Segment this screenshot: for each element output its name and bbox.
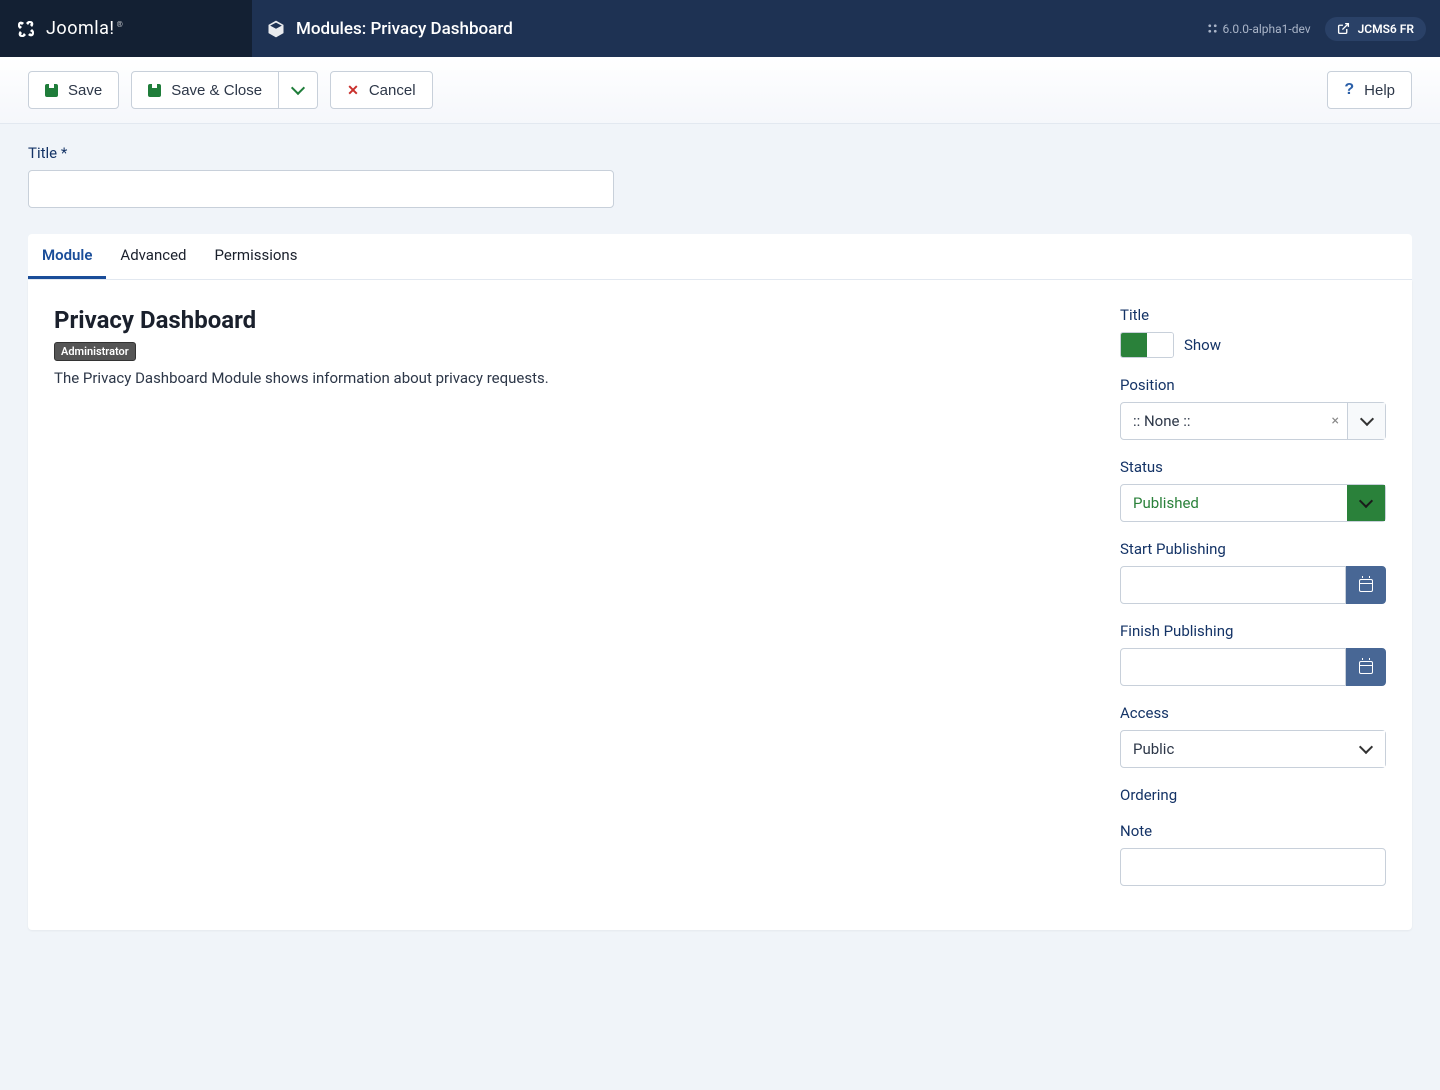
tab-advanced[interactable]: Advanced bbox=[106, 234, 200, 279]
save-close-dropdown[interactable] bbox=[279, 71, 318, 109]
access-label: Access bbox=[1120, 704, 1386, 722]
start-publishing-label: Start Publishing bbox=[1120, 540, 1386, 558]
note-label: Note bbox=[1120, 822, 1386, 840]
joomla-small-icon bbox=[1207, 23, 1218, 34]
header-right: 6.0.0-alpha1-dev JCMS6 FR bbox=[1207, 17, 1440, 41]
toolbar: Save Save & Close ✕ Cancel ? Help bbox=[0, 57, 1440, 124]
title-input[interactable] bbox=[28, 170, 614, 208]
module-description: The Privacy Dashboard Module shows infor… bbox=[54, 369, 1120, 387]
ordering-label: Ordering bbox=[1120, 786, 1386, 804]
chevron-down-icon bbox=[1347, 403, 1385, 439]
brand[interactable]: Joomla! ® bbox=[0, 0, 252, 57]
position-clear[interactable]: × bbox=[1324, 413, 1347, 429]
external-link-icon bbox=[1337, 22, 1350, 35]
position-label: Position bbox=[1120, 376, 1386, 394]
module-heading: Privacy Dashboard bbox=[54, 306, 1120, 334]
show-title-label: Title bbox=[1120, 306, 1386, 324]
position-select[interactable]: :: None :: × bbox=[1120, 402, 1386, 440]
content: Title * Module Advanced Permissions Priv… bbox=[0, 124, 1440, 950]
tab-permissions[interactable]: Permissions bbox=[201, 234, 312, 279]
cancel-button[interactable]: ✕ Cancel bbox=[330, 71, 432, 109]
show-title-toggle[interactable] bbox=[1120, 332, 1174, 358]
chevron-down-icon bbox=[291, 81, 305, 95]
save-icon bbox=[148, 84, 161, 97]
chevron-down-icon bbox=[1347, 485, 1385, 521]
note-input[interactable] bbox=[1120, 848, 1386, 886]
status-label: Status bbox=[1120, 458, 1386, 476]
start-calendar-button[interactable] bbox=[1346, 566, 1386, 604]
status-select[interactable]: Published bbox=[1120, 484, 1386, 522]
user-tag[interactable]: JCMS6 FR bbox=[1325, 17, 1426, 41]
calendar-icon bbox=[1359, 579, 1373, 592]
start-publishing-input[interactable] bbox=[1120, 566, 1346, 604]
save-close-button[interactable]: Save & Close bbox=[131, 71, 279, 109]
tabs: Module Advanced Permissions bbox=[28, 234, 1412, 280]
help-button[interactable]: ? Help bbox=[1327, 71, 1412, 109]
save-button[interactable]: Save bbox=[28, 71, 119, 109]
module-info: Privacy Dashboard Administrator The Priv… bbox=[54, 306, 1120, 904]
header: Joomla! ® Modules: Privacy Dashboard 6.0… bbox=[0, 0, 1440, 57]
joomla-logo-icon bbox=[14, 17, 38, 41]
module-sidebar: Title Show Position :: None :: × Status bbox=[1120, 306, 1386, 904]
finish-publishing-input[interactable] bbox=[1120, 648, 1346, 686]
show-title-text: Show bbox=[1184, 336, 1221, 354]
access-select[interactable]: Public bbox=[1120, 730, 1386, 768]
page-title: Modules: Privacy Dashboard bbox=[296, 19, 513, 39]
tab-panel: Privacy Dashboard Administrator The Priv… bbox=[28, 280, 1412, 930]
title-label: Title * bbox=[28, 144, 1412, 162]
calendar-icon bbox=[1359, 661, 1373, 674]
tab-module[interactable]: Module bbox=[28, 234, 106, 279]
close-icon: ✕ bbox=[347, 82, 359, 99]
chevron-down-icon bbox=[1347, 731, 1385, 767]
version-label: 6.0.0-alpha1-dev bbox=[1207, 22, 1310, 36]
finish-publishing-label: Finish Publishing bbox=[1120, 622, 1386, 640]
finish-calendar-button[interactable] bbox=[1346, 648, 1386, 686]
module-badge: Administrator bbox=[54, 342, 136, 361]
brand-text: Joomla! bbox=[46, 18, 115, 39]
module-icon bbox=[266, 19, 286, 39]
save-icon bbox=[45, 84, 58, 97]
page-title-area: Modules: Privacy Dashboard bbox=[252, 19, 513, 39]
help-icon: ? bbox=[1344, 81, 1354, 99]
